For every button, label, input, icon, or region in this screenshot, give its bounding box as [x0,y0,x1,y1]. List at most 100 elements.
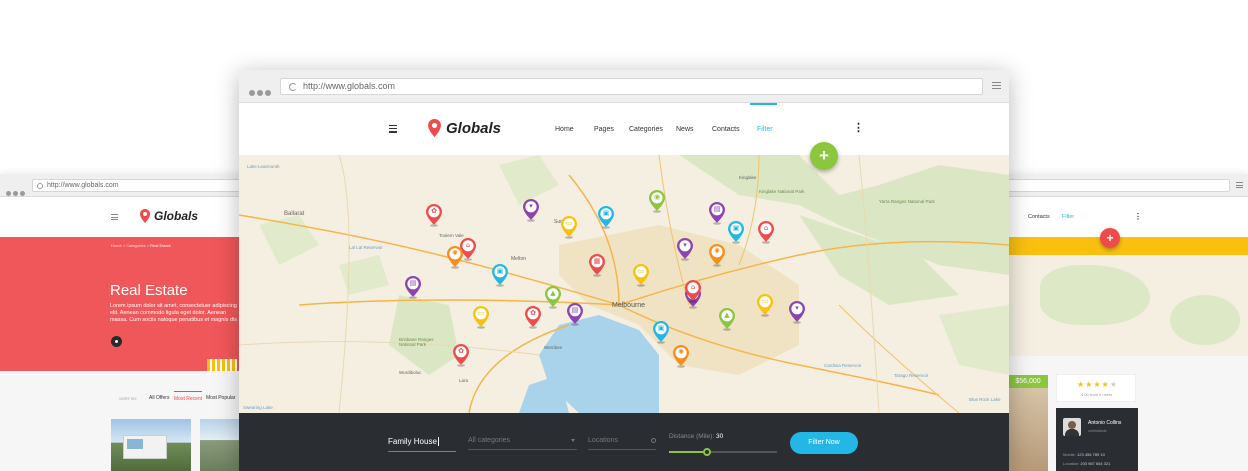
right-add-button[interactable]: + [1100,228,1120,248]
left-window: http://www.globals.com Globals Home > Ca… [0,174,255,471]
map-marker[interactable]: ✺ [672,344,690,368]
dot-icon [115,340,118,343]
nav-home[interactable]: Home [555,126,574,133]
gear-icon: ✺ [452,249,458,257]
reload-icon[interactable] [37,183,43,189]
listing-photo-1[interactable] [111,419,191,471]
breadcrumb-categories[interactable]: Categories [126,243,145,248]
right-nav-filter[interactable]: Filter [1062,214,1074,220]
map-marker[interactable]: ▤ [566,302,584,326]
map-marker[interactable]: ⌂ [684,279,702,303]
map-marker[interactable]: ▣ [727,220,745,244]
right-yellow-band [1000,237,1248,255]
add-listing-button[interactable]: + [810,142,838,170]
left-url-bar[interactable]: http://www.globals.com [32,179,252,192]
left-hero-image-strip [207,359,237,371]
main-logo-text[interactable]: Globals [446,120,501,137]
main-url-bar[interactable]: http://www.globals.com [280,78,983,95]
map-label-blue-rock: Blue Rock Lake [969,397,1001,402]
filter-now-button[interactable]: Filter Now [790,432,858,454]
basket-icon: ▾ [795,304,799,312]
nav-contacts[interactable]: Contacts [712,126,740,133]
nav-pages[interactable]: Pages [594,126,614,133]
agent-name[interactable]: Antonio Collins [1088,420,1121,426]
map-marker[interactable]: ⌂ [757,220,775,244]
nav-filter[interactable]: Filter [757,126,773,133]
keyword-value: Family House [388,437,437,446]
main-map[interactable]: Melbourne Ballarat Sunbury Melton Lake L… [239,155,1009,413]
left-content: SORT BY: All Offers Most Recent Most Pop… [0,371,255,471]
map-marker[interactable]: ▣ [597,205,615,229]
right-more-icon[interactable]: ⋮ [1134,212,1142,221]
main-browser-menu-icon[interactable] [992,82,1001,89]
map-marker[interactable]: ▦ [588,253,606,277]
map-marker[interactable]: ▭ [632,263,650,287]
map-marker[interactable]: ▣ [491,263,509,287]
tree-icon: ▲ [550,289,556,297]
keyword-input[interactable]: Family House [388,437,456,453]
text-cursor [437,437,439,447]
distance-slider-fill [669,451,708,453]
map-marker[interactable]: ◉ [648,189,666,213]
main-reload-icon[interactable] [289,83,297,91]
sort-most-popular[interactable]: Most Popular [206,395,235,401]
right-map-park-2 [1170,295,1240,345]
gear-icon: ✺ [714,247,720,255]
sort-most-recent[interactable]: Most Recent [174,391,203,402]
sort-label: SORT BY: [119,396,138,401]
category-select[interactable]: All categories [468,437,577,450]
distance-slider[interactable] [669,448,777,456]
map-marker[interactable]: ▭ [472,305,490,329]
right-map[interactable] [1000,255,1248,356]
map-marker[interactable]: ✺ [708,243,726,267]
right-nav-contacts[interactable]: Contacts [1028,214,1050,220]
map-marker[interactable]: ▣ [652,320,670,344]
nav-categories[interactable]: Categories [629,126,663,133]
map-marker[interactable]: ✿ [524,305,542,329]
map-marker[interactable]: ✿ [452,343,470,367]
breadcrumb-home[interactable]: Home [111,243,122,248]
category-placeholder: All categories [468,437,511,444]
main-more-icon[interactable]: ⋮ [853,121,864,134]
map-marker[interactable]: ▤ [404,275,422,299]
map-label-tarago: Tarago Reservoir [894,373,929,378]
map-label-melbourne: Melbourne [612,302,646,309]
location-input[interactable]: Locations [588,437,656,450]
map-marker[interactable]: ✺ [446,245,464,269]
main-menu-icon[interactable] [389,125,397,133]
cart-icon: ▣ [657,324,665,332]
main-site-header: Globals Home Pages Categories News Conta… [239,103,1009,155]
left-menu-icon[interactable] [111,214,118,220]
sort-all-offers[interactable]: All Offers [149,395,169,401]
nav-news[interactable]: News [676,126,694,133]
map-marker[interactable]: ▭ [560,215,578,239]
agent-handle: collinsfads [1088,428,1107,433]
map-marker[interactable]: ▲ [718,307,736,331]
right-browser-menu-icon[interactable] [1236,182,1243,188]
rating-card: ★★★★★ 4.00 from 4 users [1056,374,1136,402]
map-marker[interactable]: ▾ [522,198,540,222]
map-marker[interactable]: ✿ [425,203,443,227]
right-url-bar[interactable] [1000,179,1230,192]
left-hero-play-button[interactable] [111,336,122,347]
left-hero-text: Lorem ipsum dolor sit amet, consectetuer… [110,303,237,323]
map-marker[interactable]: ▾ [676,237,694,261]
map-marker[interactable]: ▤ [708,201,726,225]
right-content: $56,000 ★★★★★ 4.00 from 4 users Antonio … [1000,356,1248,471]
map-marker[interactable]: ▾ [788,300,806,324]
map-label-lake-learmonth: Lake Learmonth [247,164,280,169]
map-marker[interactable]: ▲ [544,285,562,309]
map-label-yarra-ranges: Yarra Ranges National Park [879,199,935,204]
left-logo-text[interactable]: Globals [154,209,198,223]
distance-slider-handle[interactable] [703,448,712,456]
agent-avatar[interactable] [1063,418,1081,436]
paw-icon: ✿ [530,309,536,317]
target-icon[interactable] [651,438,656,443]
cart-icon: ▣ [602,209,610,217]
map-label-lal-lal: Lal Lal Reservoir [349,245,383,250]
map-marker[interactable]: ▭ [756,293,774,317]
car-icon: ▭ [477,309,485,317]
right-window: Contacts Filter ⋮ + $56,000 ★★★★★ 4.00 f… [1000,174,1248,471]
map-label-melton: Melton [511,256,527,262]
cart-icon: ▣ [732,224,740,232]
